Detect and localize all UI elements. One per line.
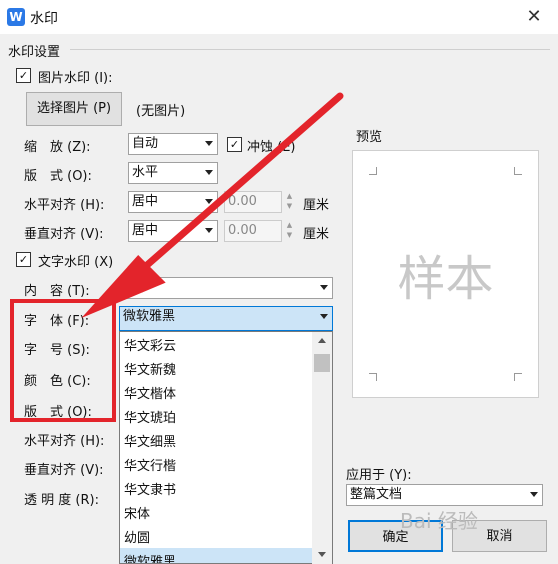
chevron-down-icon <box>205 170 213 175</box>
content-combobox[interactable]: 样本 <box>119 277 333 299</box>
font-option[interactable]: 华文琥珀 <box>124 407 176 426</box>
annotation-highlight-box <box>10 299 116 422</box>
picture-halign-label: 水平对齐 (H): <box>24 198 105 213</box>
picture-layout-select[interactable]: 水平 <box>128 162 218 184</box>
margin-corner-mark <box>369 167 377 175</box>
window-title: 水印 <box>30 11 58 27</box>
transparency-label: 透 明 度 (R): <box>24 493 99 508</box>
chevron-down-icon <box>205 141 213 146</box>
text-watermark-label: 文字水印 (X) <box>38 255 114 270</box>
title-bar <box>0 0 558 34</box>
group-divider <box>70 49 550 50</box>
select-picture-button[interactable]: 选择图片 (P) <box>26 92 122 126</box>
content-value: 样本 <box>123 280 150 295</box>
font-option[interactable]: 华文行楷 <box>124 455 176 474</box>
scroll-up-icon[interactable] <box>318 338 326 343</box>
text-halign-label: 水平对齐 (H): <box>24 434 105 449</box>
text-watermark-checkbox[interactable]: ✓ <box>16 252 31 267</box>
font-option-selected[interactable]: 微软雅黑 <box>124 551 176 563</box>
chevron-down-icon <box>320 285 328 290</box>
washout-label: 冲蚀 (E) <box>247 140 296 155</box>
font-option[interactable]: 华文新魏 <box>124 359 176 378</box>
preview-panel: 样本 <box>352 150 539 398</box>
scale-value: 自动 <box>132 136 159 151</box>
font-option[interactable]: 华文细黑 <box>124 431 176 450</box>
picture-halign-spinner[interactable]: ▲ ▼ <box>283 191 296 213</box>
picture-layout-label: 版 式 (O): <box>24 169 92 184</box>
font-dropdown-list[interactable]: 华文彩云 华文新魏 华文楷体 华文琥珀 华文细黑 华文行楷 华文隶书 宋体 幼圆… <box>119 331 333 564</box>
picture-watermark-label: 图片水印 (I): <box>38 71 113 86</box>
margin-corner-mark <box>514 373 522 381</box>
picture-watermark-checkbox[interactable]: ✓ <box>16 68 31 83</box>
margin-corner-mark <box>514 167 522 175</box>
font-option[interactable]: 华文彩云 <box>124 335 176 354</box>
picture-layout-value: 水平 <box>132 165 159 180</box>
scrollbar-thumb[interactable] <box>314 354 330 372</box>
apply-to-select[interactable]: 整篇文档 <box>346 484 543 506</box>
margin-corner-mark <box>369 373 377 381</box>
picture-halign-value: 居中 <box>132 194 159 209</box>
picture-valign-value: 居中 <box>132 223 159 238</box>
picture-valign-offset[interactable]: 0.00 <box>224 220 282 242</box>
font-option[interactable]: 华文楷体 <box>124 383 176 402</box>
font-value: 微软雅黑 <box>123 309 176 324</box>
chevron-down-icon <box>205 228 213 233</box>
chevron-down-icon <box>530 492 538 497</box>
overlay-watermark: Bai 经验 <box>400 509 478 533</box>
content-label: 内 容 (T): <box>24 284 90 299</box>
washout-checkbox[interactable]: ✓ <box>227 137 242 152</box>
group-title: 水印设置 <box>8 45 61 60</box>
picture-halign-offset[interactable]: 0.00 <box>224 191 282 213</box>
apply-to-value: 整篇文档 <box>350 487 403 502</box>
font-option[interactable]: 宋体 <box>124 503 150 522</box>
preview-label: 预览 <box>356 130 383 145</box>
chevron-down-icon <box>205 199 213 204</box>
scale-select[interactable]: 自动 <box>128 133 218 155</box>
apply-to-label: 应用于 (Y): <box>346 468 412 483</box>
no-picture-text: (无图片) <box>136 104 186 119</box>
wps-app-icon: W <box>7 8 25 26</box>
dropdown-scrollbar[interactable] <box>312 332 332 564</box>
font-select[interactable]: 微软雅黑 <box>119 306 333 331</box>
picture-halign-unit: 厘米 <box>303 198 330 213</box>
close-icon[interactable]: ✕ <box>520 4 548 30</box>
scale-label: 缩 放 (Z): <box>24 140 91 155</box>
picture-halign-select[interactable]: 居中 <box>128 191 218 213</box>
preview-sample-text: 样本 <box>397 251 494 307</box>
picture-valign-label: 垂直对齐 (V): <box>24 227 104 242</box>
font-option[interactable]: 华文隶书 <box>124 479 176 498</box>
picture-valign-unit: 厘米 <box>303 227 330 242</box>
picture-valign-spinner[interactable]: ▲ ▼ <box>283 220 296 242</box>
chevron-down-icon <box>320 314 328 319</box>
scroll-down-icon[interactable] <box>318 552 326 557</box>
text-valign-label: 垂直对齐 (V): <box>24 463 104 478</box>
picture-valign-select[interactable]: 居中 <box>128 220 218 242</box>
font-option[interactable]: 幼圆 <box>124 527 150 546</box>
